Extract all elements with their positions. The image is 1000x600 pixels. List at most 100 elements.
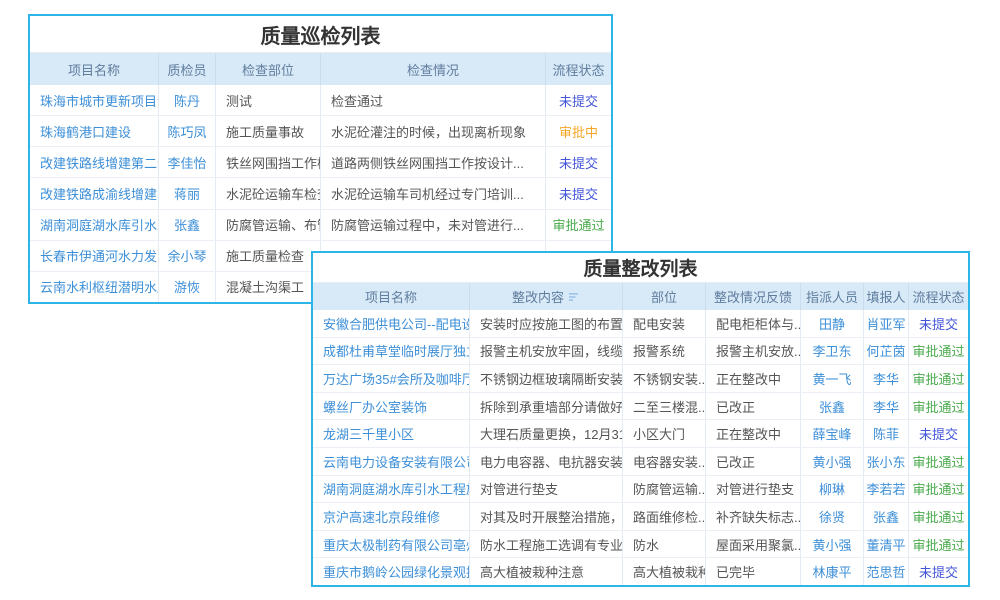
column-header-4: 检查情况: [321, 53, 546, 85]
table-cell: 审批通过: [909, 365, 968, 392]
column-header-label: 检查情况: [407, 60, 459, 79]
table-cell: 审批通过: [909, 531, 968, 558]
table-cell: 审批通过: [909, 503, 968, 530]
table-cell: 测试: [216, 85, 321, 115]
sort-icon[interactable]: [568, 291, 580, 303]
project-name-link[interactable]: 珠海鹤港口建设: [30, 116, 159, 146]
table-row: 龙湖三千里小区大理石质量更换，12月31日之...小区大门正在整改中薛宝峰陈菲未…: [313, 420, 968, 448]
project-name-link[interactable]: 成都杜甫草堂临时展厅独立展...: [313, 338, 470, 365]
table-cell: 陈丹: [159, 85, 216, 115]
table-cell: 大理石质量更换，12月31日之...: [470, 420, 623, 447]
table-cell: 黄小强: [801, 531, 864, 558]
column-header-2[interactable]: 整改内容: [470, 283, 623, 310]
table-cell: 薛宝峰: [801, 420, 864, 447]
rectification-table-header: 项目名称整改内容部位整改情况反馈指派人员填报人流程状态: [313, 283, 968, 310]
table-row: 珠海鹤港口建设陈巧凤施工质量事故水泥砼灌注的时候，出现离析现象审批中: [30, 116, 611, 147]
table-cell: 蒋丽: [159, 178, 216, 208]
table-cell: 不锈钢边框玻璃隔断安装不牢...: [470, 365, 623, 392]
project-name-link[interactable]: 京沪高速北京段维修: [313, 503, 470, 530]
table-cell: 未提交: [546, 147, 611, 177]
table-cell: 小区大门: [623, 420, 706, 447]
column-header-label: 整改情况反馈: [714, 287, 792, 306]
table-cell: 已改正: [706, 393, 801, 420]
table-cell: 张鑫: [801, 393, 864, 420]
table-cell: 防水: [623, 531, 706, 558]
project-name-link[interactable]: 云南电力设备安装有限公司20...: [313, 448, 470, 475]
table-cell: 李卫东: [801, 338, 864, 365]
table-cell: 施工质量检查: [216, 241, 321, 271]
table-cell: 李华: [864, 365, 909, 392]
table-row: 珠海市城市更新项目紫...陈丹测试检查通过未提交: [30, 85, 611, 116]
project-name-link[interactable]: 重庆太极制药有限公司亳州中...: [313, 531, 470, 558]
column-header-4: 整改情况反馈: [706, 283, 801, 310]
table-cell: 审批通过: [546, 210, 611, 240]
table-cell: 未提交: [546, 178, 611, 208]
table-cell: 防腐管运输过程中，未对管进行...: [321, 210, 546, 240]
column-header-label: 填报人: [866, 287, 905, 306]
table-cell: 高大植被栽种: [623, 558, 706, 585]
table-cell: 二至三楼混...: [623, 393, 706, 420]
table-cell: 未提交: [909, 558, 968, 585]
table-row: 改建铁路线增建第二线...李佳怡铁丝网围挡工作检查道路两侧铁丝网围挡工作按设计.…: [30, 147, 611, 178]
column-header-3: 检查部位: [216, 53, 321, 85]
project-name-link[interactable]: 珠海市城市更新项目紫...: [30, 85, 159, 115]
table-cell: 防水工程施工选调有专业资质...: [470, 531, 623, 558]
table-cell: 何芷茵: [864, 338, 909, 365]
column-header-label: 流程状态: [552, 60, 604, 79]
table-cell: 李佳怡: [159, 147, 216, 177]
column-header-1: 项目名称: [313, 283, 470, 310]
table-cell: 李华: [864, 393, 909, 420]
table-cell: 补齐缺失标志...: [706, 503, 801, 530]
column-header-3: 部位: [623, 283, 706, 310]
table-cell: 对管进行垫支: [470, 476, 623, 503]
column-header-label: 整改内容: [512, 287, 564, 306]
project-name-link[interactable]: 改建铁路线增建第二线...: [30, 147, 159, 177]
table-cell: 拆除到承重墙部分请做好加固...: [470, 393, 623, 420]
column-header-5: 指派人员: [801, 283, 864, 310]
table-cell: 未提交: [909, 310, 968, 337]
table-cell: 审批通过: [909, 448, 968, 475]
project-name-link[interactable]: 湖南洞庭湖水库引水工...: [30, 210, 159, 240]
table-cell: 已改正: [706, 448, 801, 475]
table-cell: 路面维修检...: [623, 503, 706, 530]
table-cell: 陈菲: [864, 420, 909, 447]
table-row: 云南电力设备安装有限公司20...电力电容器、电抗器安装方案,...电容器安装.…: [313, 448, 968, 476]
table-cell: 施工质量事故: [216, 116, 321, 146]
table-cell: 肖亚军: [864, 310, 909, 337]
table-cell: 检查通过: [321, 85, 546, 115]
project-name-link[interactable]: 重庆市鹅岭公园绿化景观提升...: [313, 558, 470, 585]
table-cell: 林康平: [801, 558, 864, 585]
table-row: 湖南洞庭湖水库引水工程施工标对管进行垫支防腐管运输...对管进行垫支柳琳李若若审…: [313, 476, 968, 504]
project-name-link[interactable]: 安徽合肥供电公司--配电设备...: [313, 310, 470, 337]
table-row: 重庆市鹅岭公园绿化景观提升...高大植被栽种注意高大植被栽种已完毕林康平范思哲未…: [313, 558, 968, 585]
table-cell: 防腐管运输...: [623, 476, 706, 503]
table-cell: 审批通过: [909, 393, 968, 420]
table-row: 螺丝厂办公室装饰拆除到承重墙部分请做好加固...二至三楼混...已改正张鑫李华审…: [313, 393, 968, 421]
table-cell: 不锈钢安装...: [623, 365, 706, 392]
project-name-link[interactable]: 龙湖三千里小区: [313, 420, 470, 447]
project-name-link[interactable]: 湖南洞庭湖水库引水工程施工标: [313, 476, 470, 503]
project-name-link[interactable]: 螺丝厂办公室装饰: [313, 393, 470, 420]
table-cell: 高大植被栽种注意: [470, 558, 623, 585]
table-cell: 安装时应按施工图的布置，将...: [470, 310, 623, 337]
table-row: 改建铁路成渝线增建第...蒋丽水泥砼运输车检查水泥砼运输车司机经过专门培训...…: [30, 178, 611, 209]
column-header-6: 填报人: [864, 283, 909, 310]
table-row: 成都杜甫草堂临时展厅独立展...报警主机安放牢固，线缆连接...报警系统报警主机…: [313, 338, 968, 366]
table-cell: 张鑫: [864, 503, 909, 530]
project-name-link[interactable]: 长春市伊通河水力发电...: [30, 241, 159, 271]
column-header-5: 流程状态: [546, 53, 611, 85]
table-cell: 水泥砼运输车司机经过专门培训...: [321, 178, 546, 208]
table-cell: 报警系统: [623, 338, 706, 365]
column-header-label: 项目名称: [365, 287, 417, 306]
project-name-link[interactable]: 云南水利枢纽潜明水库...: [30, 272, 159, 302]
table-cell: 电容器安装...: [623, 448, 706, 475]
table-row: 安徽合肥供电公司--配电设备...安装时应按施工图的布置，将...配电安装配电柜…: [313, 310, 968, 338]
column-header-1: 项目名称: [30, 53, 159, 85]
table-cell: 道路两侧铁丝网围挡工作按设计...: [321, 147, 546, 177]
table-cell: 张鑫: [159, 210, 216, 240]
project-name-link[interactable]: 万达广场35#会所及咖啡厅空...: [313, 365, 470, 392]
table-row: 万达广场35#会所及咖啡厅空...不锈钢边框玻璃隔断安装不牢...不锈钢安装..…: [313, 365, 968, 393]
project-name-link[interactable]: 改建铁路成渝线增建第...: [30, 178, 159, 208]
table-cell: 游恢: [159, 272, 216, 302]
column-header-label: 项目名称: [68, 60, 120, 79]
